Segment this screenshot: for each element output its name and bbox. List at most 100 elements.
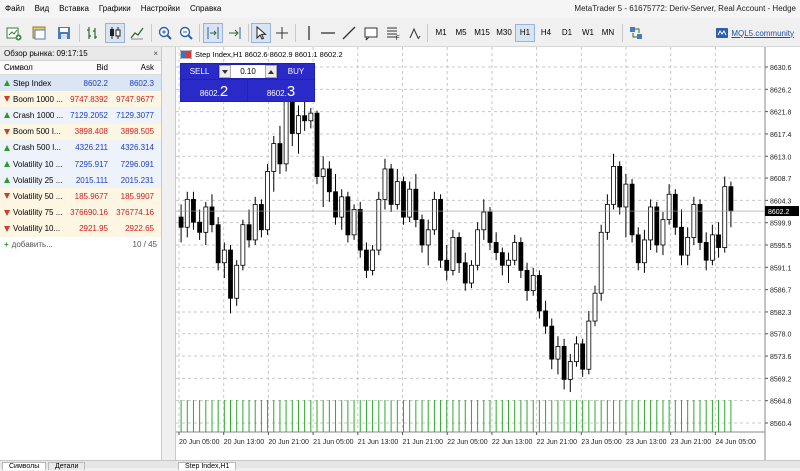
tf-m1-button[interactable]: M1 — [431, 24, 451, 42]
arrow-up-icon — [4, 144, 10, 151]
price-chart[interactable]: 8630.6 8626.2 8621.8 8617.4 8613.0 8608.7 8604… — [176, 47, 800, 460]
bid-cell: 2015.111 — [75, 175, 108, 185]
tf-m15-button[interactable]: M15 — [472, 24, 492, 42]
bull-candle — [240, 224, 246, 266]
y-tick-label: 8582.3 — [770, 310, 792, 317]
market-watch-row[interactable]: Crash 1000 ... 7129.2052 7129.3077 — [0, 107, 161, 124]
buy-button[interactable]: BUY — [278, 64, 314, 79]
tf-h1-button[interactable]: H1 — [515, 24, 535, 42]
bid-cell: 7295.917 — [74, 159, 108, 169]
volume-up-button[interactable] — [265, 65, 277, 78]
symbol-name: Volatility 75 ... — [13, 208, 63, 218]
save-icon[interactable] — [54, 23, 74, 43]
trendline-icon[interactable] — [339, 23, 359, 43]
bear-candle — [228, 249, 233, 299]
mql5-link-label[interactable]: MQL5.community — [731, 29, 794, 38]
chart-window[interactable]: 8630.6 8626.2 8621.8 8617.4 8613.0 8608.7 8604… — [175, 47, 800, 460]
zoom-out-icon[interactable] — [176, 23, 196, 43]
header-ask[interactable]: Ask — [111, 61, 158, 74]
new-chart-icon[interactable] — [4, 23, 24, 43]
close-icon[interactable]: × — [153, 47, 158, 61]
add-symbol-link[interactable]: + добавить... — [4, 240, 53, 249]
bull-candle — [339, 196, 345, 218]
tab-symbols[interactable]: Символы — [2, 462, 47, 470]
market-watch-row[interactable]: Volatility 50 ... 185.9677 185.9907 — [0, 188, 161, 205]
horizontal-line-icon[interactable] — [318, 23, 338, 43]
market-watch-row[interactable]: Step Index 8602.2 8602.3 — [0, 75, 161, 92]
text-label-icon[interactable] — [361, 23, 381, 43]
ask-cell: 8602.3 — [129, 78, 154, 88]
mql5-community-link[interactable]: MQL5.community — [716, 27, 794, 39]
bull-candle — [394, 181, 400, 205]
ask-cell: 4326.314 — [120, 143, 154, 153]
market-watch-row[interactable]: Boom 1000 ... 9747.8392 9747.9677 — [0, 91, 161, 108]
bear-candle — [444, 259, 450, 271]
bar-chart-icon[interactable] — [83, 23, 103, 43]
cursor-icon[interactable] — [251, 23, 271, 43]
header-bid[interactable]: Bid — [64, 61, 111, 74]
tf-m5-button[interactable]: M5 — [451, 24, 471, 42]
market-watch-row[interactable]: Crash 500 I... 4326.211 4326.314 — [0, 139, 161, 156]
candlestick-icon[interactable] — [105, 23, 125, 43]
x-tick-label: 20 Jun 05:00 — [179, 439, 220, 446]
ask-cell: 7129.3077 — [116, 110, 154, 120]
tf-m30-button[interactable]: M30 — [494, 24, 514, 42]
bear-candle — [357, 209, 363, 251]
x-tick-label: 21 Jun 21:00 — [403, 439, 444, 446]
market-watch-row[interactable]: Volatility 10 ... 7295.917 7296.091 — [0, 155, 161, 173]
bull-candle — [530, 275, 536, 292]
market-watch-row[interactable]: Boom 500 I... 3898.408 3898.505 — [0, 123, 161, 140]
tab-details[interactable]: Детали — [48, 462, 86, 470]
bear-candle — [703, 242, 709, 261]
chart-shift-icon[interactable] — [203, 23, 223, 43]
autoscroll-icon[interactable] — [225, 23, 245, 43]
symbol-cell: Volatility 10... — [0, 224, 64, 233]
bull-candle — [481, 211, 487, 231]
arrow-down-icon — [4, 128, 10, 135]
header-symbol[interactable]: Символ — [0, 61, 64, 74]
tf-h4-button[interactable]: H4 — [536, 24, 556, 42]
market-watch-row[interactable]: Volatility 10... 2921.95 2922.65 — [0, 220, 161, 237]
menu-help[interactable]: Справка — [185, 0, 226, 18]
y-tick-label: 8604.3 — [770, 198, 792, 205]
fibonacci-icon[interactable]: F — [383, 23, 403, 43]
menu-insert[interactable]: Вставка — [54, 0, 94, 18]
tf-d1-button[interactable]: D1 — [557, 24, 577, 42]
y-tick-label: 8569.2 — [770, 376, 792, 383]
bear-candle — [487, 211, 493, 243]
profiles-icon[interactable] — [30, 23, 50, 43]
strategy-tester-icon[interactable] — [626, 23, 646, 43]
bull-candle — [351, 209, 357, 236]
bull-candle — [685, 236, 691, 256]
add-symbol-label[interactable]: добавить... — [12, 240, 53, 249]
market-watch-title: Обзор рынка: 09:17:15 — [4, 49, 88, 58]
sell-price[interactable]: 8602. 2 — [181, 80, 247, 101]
bid-cell: 2921.95 — [79, 224, 108, 234]
bear-candle — [635, 234, 641, 264]
volume-input[interactable]: 0.10 — [231, 65, 265, 78]
bull-candle — [709, 234, 715, 261]
shapes-icon[interactable] — [404, 23, 424, 43]
sell-button[interactable]: SELL — [181, 64, 218, 79]
bid-cell: 8602.2 — [83, 78, 108, 88]
menu-file[interactable]: Файл — [0, 0, 30, 18]
crosshair-icon[interactable] — [272, 23, 292, 43]
tf-mn-button[interactable]: MN — [598, 24, 618, 42]
bear-candle — [518, 242, 524, 271]
bear-candle — [580, 343, 586, 370]
buy-price[interactable]: 8602. 3 — [248, 80, 314, 101]
vertical-line-icon[interactable] — [299, 23, 319, 43]
menu-settings[interactable]: Настройки — [136, 0, 185, 18]
volume-down-button[interactable] — [219, 65, 231, 78]
menu-charts[interactable]: Графики — [94, 0, 136, 18]
zoom-in-icon[interactable] — [155, 23, 175, 43]
line-chart-icon[interactable] — [127, 23, 147, 43]
tf-w1-button[interactable]: W1 — [578, 24, 598, 42]
bull-candle — [382, 168, 388, 200]
market-watch-row[interactable]: Volatility 25 ... 2015.111 2015.231 — [0, 172, 161, 189]
x-tick-label: 21 Jun 13:00 — [358, 439, 399, 446]
menu-view[interactable]: Вид — [30, 0, 54, 18]
bear-candle — [302, 115, 308, 122]
tab-chart-step-index[interactable]: Step Index,H1 — [178, 462, 237, 470]
market-watch-row[interactable]: Volatility 75 ... 376690.16 376774.16 — [0, 204, 161, 221]
